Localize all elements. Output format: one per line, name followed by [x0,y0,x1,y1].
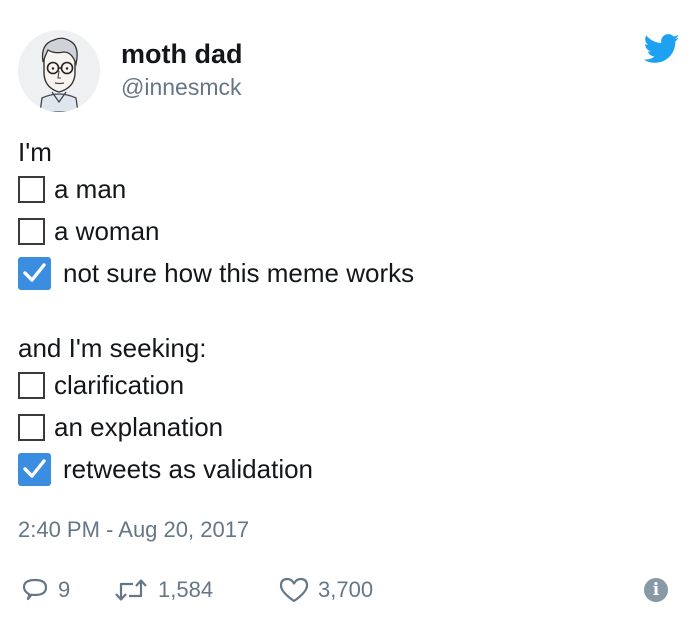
tweet-seeking: and I'm seeking: [18,333,207,363]
reply-bubble-icon [22,578,48,601]
display-name[interactable]: moth dad [121,38,243,70]
like-button[interactable]: 3,700 [278,570,373,610]
tweet-intro: I'm [18,137,52,167]
reply-button[interactable]: 9 [20,570,70,610]
tweet-text: I'm a man a woman not sure how this meme… [18,136,682,490]
heart-icon [279,577,309,603]
retweet-count: 1,584 [158,577,214,602]
checkbox-unchecked [18,413,45,441]
option-row: a man [18,168,682,210]
option-label: an explanation [54,411,224,442]
retweet-icon [115,579,147,601]
option-label: a woman [54,215,160,246]
user-handle[interactable]: @innesmck [121,72,243,102]
option-label: clarification [54,369,185,400]
option-row: a woman [18,210,682,252]
retweet-button[interactable]: 1,584 [112,570,213,610]
tweet-timestamp[interactable]: 2:40 PM - Aug 20, 2017 [18,517,249,543]
option-label: not sure how this meme works [63,257,415,288]
checkbox-unchecked [18,175,45,203]
tweet-header: moth dad @innesmck [18,20,682,112]
option-label: retweets as validation [63,453,314,484]
option-row: not sure how this meme works [18,252,682,294]
checkbox-unchecked [18,371,45,399]
like-count: 3,700 [318,577,374,602]
checkbox-checked-icon [18,452,51,486]
tweet-actions: 9 1,584 3,700 i [20,570,680,610]
twitter-bird-icon[interactable] [643,34,680,64]
checkbox-unchecked [18,217,45,245]
option-label: a man [54,173,127,204]
option-row: clarification [18,364,682,406]
avatar[interactable] [18,30,100,112]
info-icon[interactable]: i [644,578,668,602]
checkbox-checked-icon [18,256,51,290]
reply-count: 9 [58,577,71,602]
option-row: an explanation [18,406,682,448]
option-row: retweets as validation [18,448,682,490]
